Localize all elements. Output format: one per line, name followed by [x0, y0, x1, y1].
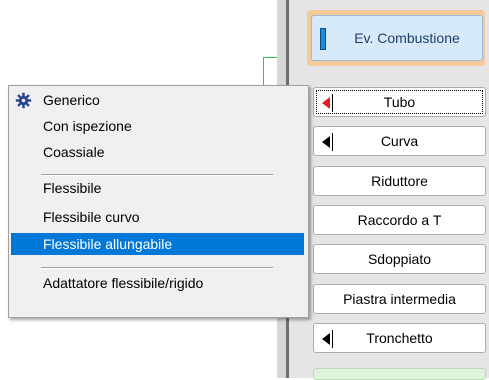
menu-item-flessibile-curvo[interactable]: Flessibile curvo: [11, 206, 304, 228]
tubo-button[interactable]: Tubo: [313, 87, 486, 117]
menu-item-flessibile[interactable]: Flessibile: [11, 177, 304, 199]
menu-item-label: Generico: [43, 92, 100, 108]
combustione-button[interactable]: Ev. Combustione: [311, 15, 483, 61]
menu-item-adattatore[interactable]: Adattatore flessibile/rigido: [11, 272, 304, 294]
button-label: Raccordo a T: [357, 212, 442, 228]
menu-item-label: Flessibile allungabile: [43, 236, 173, 252]
gear-icon: [15, 92, 32, 109]
context-menu: Generico Con ispezione Coassiale Flessib…: [8, 85, 309, 318]
button-label: Piastra intermedia: [343, 291, 456, 307]
arrow-line: [332, 330, 333, 348]
button-label: Sdoppiato: [367, 251, 432, 267]
curva-button[interactable]: Curva: [313, 126, 486, 156]
red-left-arrow-icon: [322, 97, 330, 109]
button-label: Curva: [380, 133, 419, 149]
bar-icon: [320, 28, 326, 50]
left-arrow-icon: [322, 333, 330, 345]
menu-item-generico[interactable]: Generico: [11, 89, 304, 111]
menu-item-con-ispezione[interactable]: Con ispezione: [11, 115, 304, 137]
button-label: Tubo: [383, 94, 416, 110]
raccordo-a-t-button[interactable]: Raccordo a T: [313, 205, 486, 235]
menu-item-label: Flessibile curvo: [43, 209, 140, 225]
riduttore-button[interactable]: Riduttore: [313, 166, 486, 196]
button-label: Riduttore: [371, 173, 428, 189]
combustione-label: Ev. Combustione: [354, 30, 460, 46]
sdoppiato-button[interactable]: Sdoppiato: [313, 244, 486, 274]
piastra-intermedia-button[interactable]: Piastra intermedia: [313, 284, 486, 314]
tronchetto-button[interactable]: Tronchetto: [313, 323, 486, 353]
arrow-line: [332, 133, 333, 151]
button-label: Tronchetto: [366, 330, 433, 346]
green-line: [263, 57, 277, 58]
left-arrow-icon: [322, 136, 330, 148]
menu-item-coassiale[interactable]: Coassiale: [11, 141, 304, 163]
menu-item-label: Adattatore flessibile/rigido: [43, 275, 204, 291]
menu-item-label: Coassiale: [43, 144, 105, 160]
green-panel-button[interactable]: [313, 368, 486, 380]
menu-item-flessibile-allungabile[interactable]: Flessibile allungabile: [11, 233, 304, 255]
arrow-line: [332, 94, 333, 112]
menu-separator: [41, 174, 273, 176]
menu-item-label: Con ispezione: [43, 118, 132, 134]
menu-separator: [41, 267, 273, 269]
menu-item-label: Flessibile: [43, 180, 102, 196]
